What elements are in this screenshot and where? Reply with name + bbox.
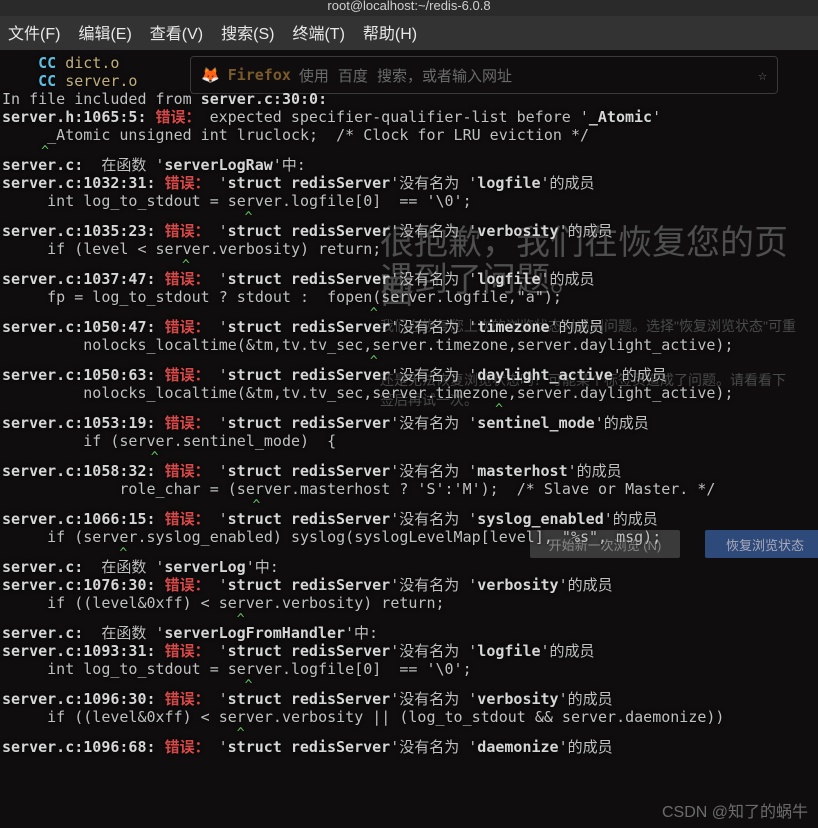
terminal-line: ^ bbox=[2, 306, 816, 318]
terminal-line: ^ bbox=[2, 612, 816, 624]
terminal-line: server.c:1093:31: 错误： 'struct redisServe… bbox=[2, 642, 816, 660]
terminal-line: nolocks_localtime(&tm,tv.tv_sec,server.t… bbox=[2, 336, 816, 354]
terminal-line: server.c: 在函数 'serverLogFromHandler'中: bbox=[2, 624, 816, 642]
menu-view[interactable]: 查看(V) bbox=[150, 20, 203, 44]
terminal-line: server.c:1050:47: 错误： 'struct redisServe… bbox=[2, 318, 816, 336]
terminal-line: ^ bbox=[2, 258, 816, 270]
menu-terminal[interactable]: 终端(T) bbox=[292, 20, 344, 44]
terminal-line: role_char = (server.masterhost ? 'S':'M'… bbox=[2, 480, 816, 498]
terminal-line: server.c: 在函数 'serverLogRaw'中: bbox=[2, 156, 816, 174]
window-titlebar: root@localhost:~/redis-6.0.8 bbox=[0, 0, 818, 16]
terminal-line: if (level < server.verbosity) return; bbox=[2, 240, 816, 258]
terminal-line: server.c:1032:31: 错误： 'struct redisServe… bbox=[2, 174, 816, 192]
terminal-line: if ((level&0xff) < server.verbosity) ret… bbox=[2, 594, 816, 612]
terminal-line: ^ bbox=[2, 450, 816, 462]
terminal-line: if (server.sentinel_mode) { bbox=[2, 432, 816, 450]
menu-bar: 文件(F) 编辑(E) 查看(V) 搜索(S) 终端(T) 帮助(H) bbox=[0, 16, 818, 50]
terminal-line: ^ bbox=[2, 144, 816, 156]
terminal-line: In file included from server.c:30:0: bbox=[2, 90, 816, 108]
terminal-line: ^ bbox=[2, 210, 816, 222]
terminal-line: _Atomic unsigned int lruclock; /* Clock … bbox=[2, 126, 816, 144]
menu-help[interactable]: 帮助(H) bbox=[363, 20, 417, 44]
watermark: CSDN @知了的蜗牛 bbox=[662, 798, 808, 822]
terminal-line: fp = log_to_stdout ? stdout : fopen(serv… bbox=[2, 288, 816, 306]
terminal-line: server.c:1096:30: 错误： 'struct redisServe… bbox=[2, 690, 816, 708]
terminal-line: server.c:1050:63: 错误： 'struct redisServe… bbox=[2, 366, 816, 384]
terminal-line: server.c:1058:32: 错误： 'struct redisServe… bbox=[2, 462, 816, 480]
terminal-line: server.c:1035:23: 错误： 'struct redisServe… bbox=[2, 222, 816, 240]
terminal-line: ^ bbox=[2, 546, 816, 558]
terminal-line: server.c:1076:30: 错误： 'struct redisServe… bbox=[2, 576, 816, 594]
terminal-line: int log_to_stdout = server.logfile[0] ==… bbox=[2, 660, 816, 678]
terminal-line: ^ bbox=[2, 354, 816, 366]
terminal-line: CC server.o bbox=[2, 72, 816, 90]
terminal-line: ^ bbox=[2, 498, 816, 510]
menu-edit[interactable]: 编辑(E) bbox=[78, 20, 131, 44]
terminal-output[interactable]: CC dict.o CC server.oIn file included fr… bbox=[0, 50, 818, 760]
terminal-line: ^ bbox=[2, 726, 816, 738]
terminal-line: server.c: 在函数 'serverLog'中: bbox=[2, 558, 816, 576]
menu-file[interactable]: 文件(F) bbox=[8, 20, 60, 44]
terminal-line: server.c:1096:68: 错误： 'struct redisServe… bbox=[2, 738, 816, 756]
terminal-line: server.c:1053:19: 错误： 'struct redisServe… bbox=[2, 414, 816, 432]
terminal-line: ^ bbox=[2, 678, 816, 690]
terminal-line: if ((level&0xff) < server.verbosity || (… bbox=[2, 708, 816, 726]
terminal-line: CC dict.o bbox=[2, 54, 816, 72]
terminal-line: int log_to_stdout = server.logfile[0] ==… bbox=[2, 192, 816, 210]
terminal-line: nolocks_localtime(&tm,tv.tv_sec,server.t… bbox=[2, 384, 816, 402]
terminal-line: server.c:1066:15: 错误： 'struct redisServe… bbox=[2, 510, 816, 528]
terminal-line: server.h:1065:5: 错误： expected specifier-… bbox=[2, 108, 816, 126]
terminal-line: if (server.syslog_enabled) syslog(syslog… bbox=[2, 528, 816, 546]
window-title: root@localhost:~/redis-6.0.8 bbox=[327, 0, 490, 12]
terminal-line: ^ bbox=[2, 402, 816, 414]
menu-search[interactable]: 搜索(S) bbox=[221, 20, 274, 44]
terminal-line: server.c:1037:47: 错误： 'struct redisServe… bbox=[2, 270, 816, 288]
